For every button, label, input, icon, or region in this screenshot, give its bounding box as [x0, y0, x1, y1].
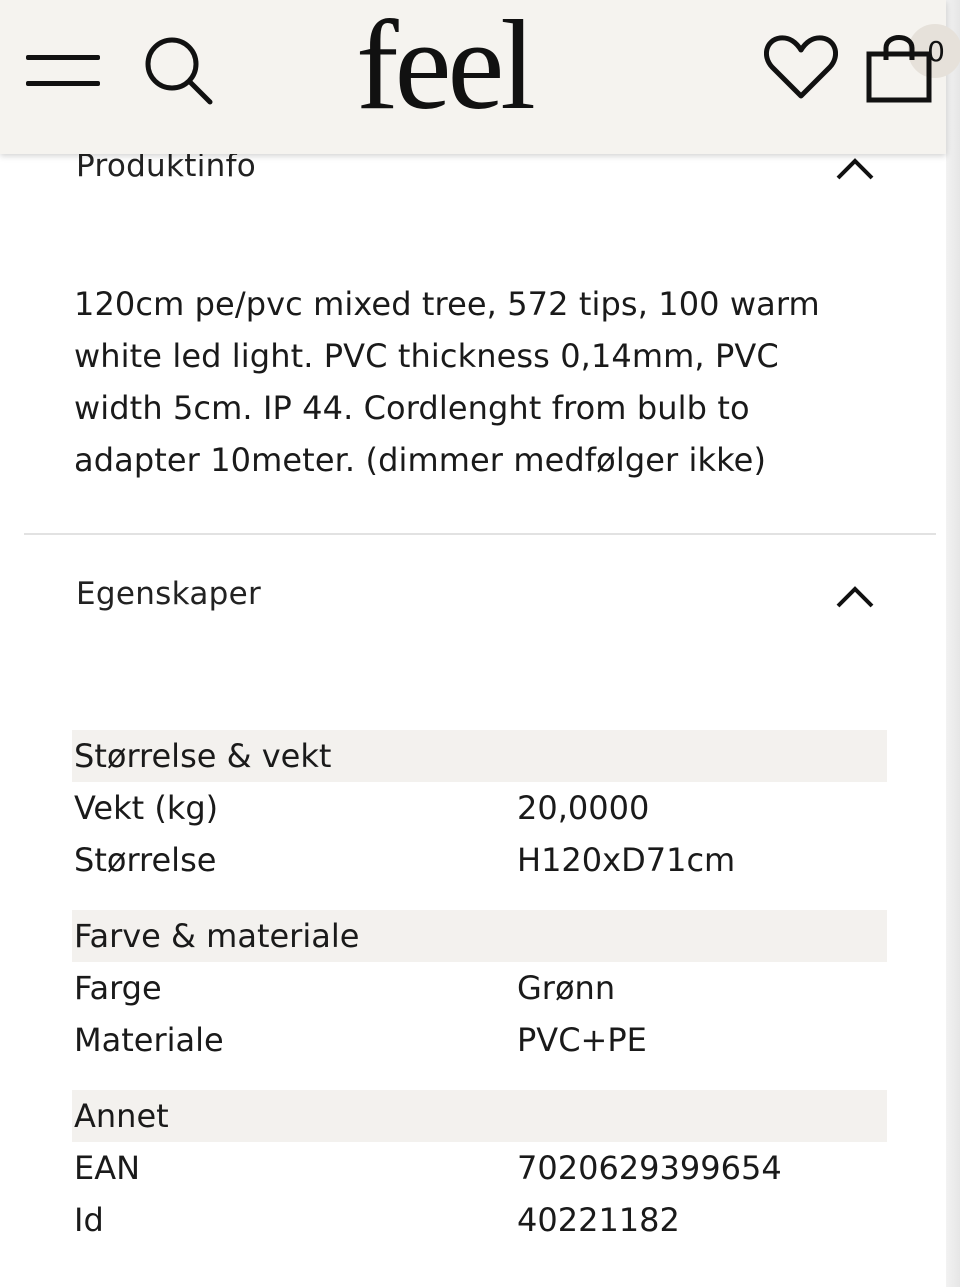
property-row: Farge Grønn [74, 962, 874, 1014]
property-row: Vekt (kg) 20,0000 [74, 782, 874, 834]
property-row: EAN 7020629399654 [74, 1142, 874, 1194]
heart-icon[interactable] [764, 34, 838, 100]
property-label: EAN [74, 1149, 141, 1187]
property-value: 7020629399654 [517, 1149, 782, 1187]
property-group-heading: Farve & materiale [72, 910, 887, 962]
property-value: 20,0000 [517, 789, 650, 827]
section-divider [24, 533, 936, 535]
search-icon[interactable] [140, 32, 214, 106]
property-row: Materiale PVC+PE [74, 1014, 874, 1066]
property-group-heading: Størrelse & vekt [72, 730, 887, 782]
property-label: Vekt (kg) [74, 789, 219, 827]
property-row: Id 40221182 [74, 1194, 874, 1246]
site-header: feel 0 [0, 0, 960, 154]
menu-line [26, 55, 100, 60]
property-group-heading: Annet [72, 1090, 887, 1142]
property-value: PVC+PE [517, 1021, 647, 1059]
property-label: Farge [74, 969, 162, 1007]
site-logo[interactable]: feel [356, 0, 566, 130]
property-value: H120xD71cm [517, 841, 736, 879]
property-label: Størrelse [74, 841, 217, 879]
property-row: Størrelse H120xD71cm [74, 834, 874, 886]
menu-line [26, 81, 100, 86]
property-value: 40221182 [517, 1201, 680, 1239]
group-heading-text: Farve & materiale [74, 917, 360, 955]
page: feel 0 Produktinfo 120cm pe/pvc mixed tr… [0, 0, 960, 1287]
scrollbar[interactable] [946, 0, 960, 1287]
group-heading-text: Annet [74, 1097, 169, 1135]
property-label: Materiale [74, 1021, 224, 1059]
chevron-up-icon[interactable] [834, 584, 876, 610]
chevron-up-icon[interactable] [834, 156, 876, 182]
properties-title[interactable]: Egenskaper [76, 576, 261, 612]
property-value: Grønn [517, 969, 616, 1007]
group-heading-text: Størrelse & vekt [74, 737, 332, 775]
product-description: 120cm pe/pvc mixed tree, 572 tips, 100 w… [74, 285, 820, 479]
property-label: Id [74, 1201, 104, 1239]
hamburger-menu-icon[interactable] [26, 52, 102, 90]
cart-count: 0 [927, 35, 945, 68]
